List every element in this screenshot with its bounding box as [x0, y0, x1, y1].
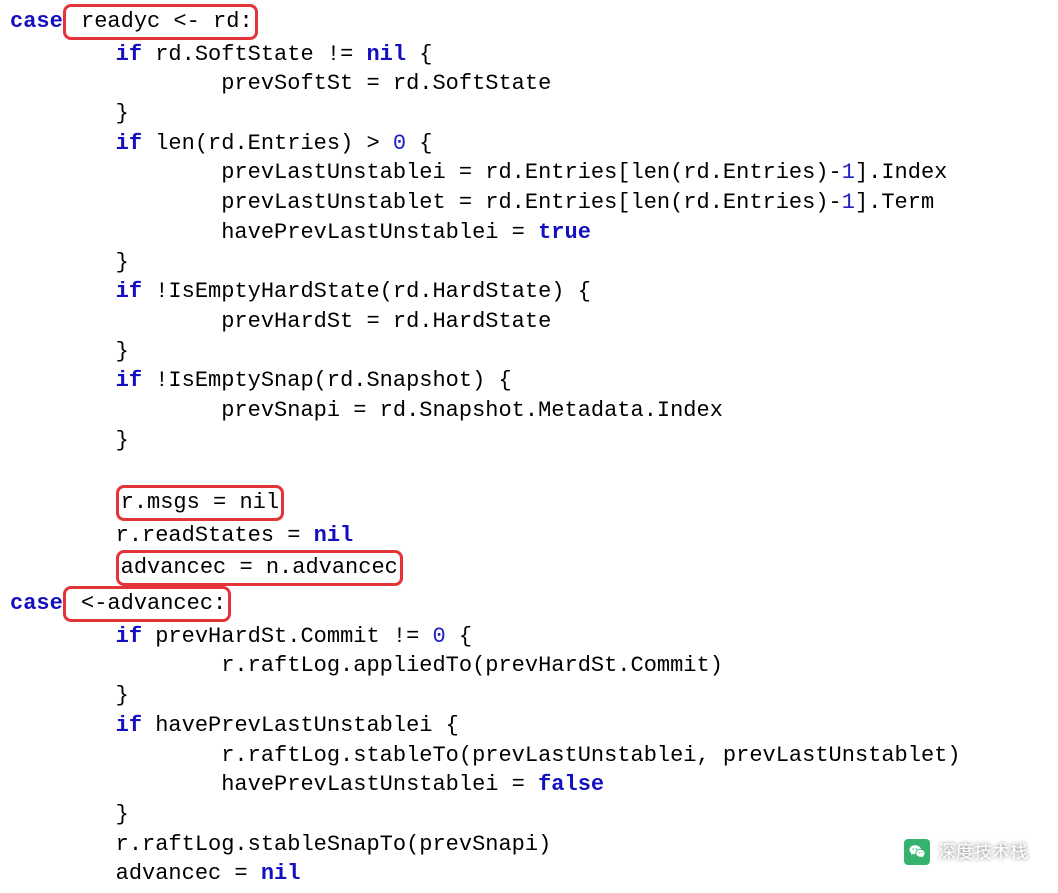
- keyword-true: true: [538, 220, 591, 245]
- code-text: {: [446, 624, 472, 649]
- code-text: r.raftLog.stableTo(prevLastUnstablei, pr…: [10, 743, 961, 768]
- code-text: r.readStates =: [10, 523, 314, 548]
- code-text: [10, 490, 116, 515]
- number-literal: 0: [432, 624, 445, 649]
- number-literal: 1: [842, 190, 855, 215]
- code-text: }: [10, 250, 129, 275]
- code-text: r.raftLog.stableSnapTo(prevSnapi): [10, 832, 551, 857]
- highlight-rmsgs: r.msgs = nil: [116, 485, 284, 521]
- code-text: !IsEmptyHardState(rd.HardState) {: [142, 279, 591, 304]
- number-literal: 0: [393, 131, 406, 156]
- code-text: prevHardSt = rd.HardState: [10, 309, 551, 334]
- code-text: }: [10, 428, 129, 453]
- code-text: havePrevLastUnstablei {: [142, 713, 459, 738]
- code-text: {: [406, 131, 432, 156]
- code-text: prevSnapi = rd.Snapshot.Metadata.Index: [10, 398, 723, 423]
- code-text: }: [10, 101, 129, 126]
- watermark-text: 深度技术栈: [938, 840, 1028, 864]
- keyword-case: case: [10, 591, 63, 616]
- keyword-nil: nil: [314, 523, 354, 548]
- highlight-readyc: readyc <- rd:: [63, 4, 258, 40]
- code-text: len(rd.Entries) >: [142, 131, 393, 156]
- code-text: havePrevLastUnstablei =: [10, 220, 538, 245]
- code-text: prevSoftSt = rd.SoftState: [10, 71, 551, 96]
- highlight-advancec-case: <-advancec:: [63, 586, 231, 622]
- code-text: ].Term: [855, 190, 934, 215]
- keyword-if: if: [10, 624, 142, 649]
- wechat-icon: [904, 839, 930, 865]
- code-text: }: [10, 802, 129, 827]
- highlight-advancec-assign: advancec = n.advancec: [116, 550, 403, 586]
- watermark: 深度技术栈: [904, 839, 1028, 865]
- code-text: rd.SoftState !=: [142, 42, 366, 67]
- keyword-false: false: [538, 772, 604, 797]
- code-text: [10, 555, 116, 580]
- code-block: case readyc <- rd: if rd.SoftState != ni…: [0, 0, 1058, 893]
- code-text: prevLastUnstablet = rd.Entries[len(rd.En…: [10, 190, 842, 215]
- code-text: !IsEmptySnap(rd.Snapshot) {: [142, 368, 512, 393]
- keyword-if: if: [10, 713, 142, 738]
- keyword-nil: nil: [366, 42, 406, 67]
- keyword-if: if: [10, 42, 142, 67]
- code-text: }: [10, 339, 129, 364]
- number-literal: 1: [842, 160, 855, 185]
- code-text: prevLastUnstablei = rd.Entries[len(rd.En…: [10, 160, 842, 185]
- keyword-if: if: [10, 131, 142, 156]
- code-text: advancec =: [10, 861, 261, 886]
- code-text: havePrevLastUnstablei =: [10, 772, 538, 797]
- code-text: ].Index: [855, 160, 947, 185]
- code-text: r.raftLog.appliedTo(prevHardSt.Commit): [10, 653, 723, 678]
- code-text: }: [10, 683, 129, 708]
- keyword-if: if: [10, 279, 142, 304]
- keyword-case: case: [10, 9, 63, 34]
- keyword-nil: nil: [261, 861, 301, 886]
- code-text: prevHardSt.Commit !=: [142, 624, 432, 649]
- code-text: {: [406, 42, 432, 67]
- keyword-if: if: [10, 368, 142, 393]
